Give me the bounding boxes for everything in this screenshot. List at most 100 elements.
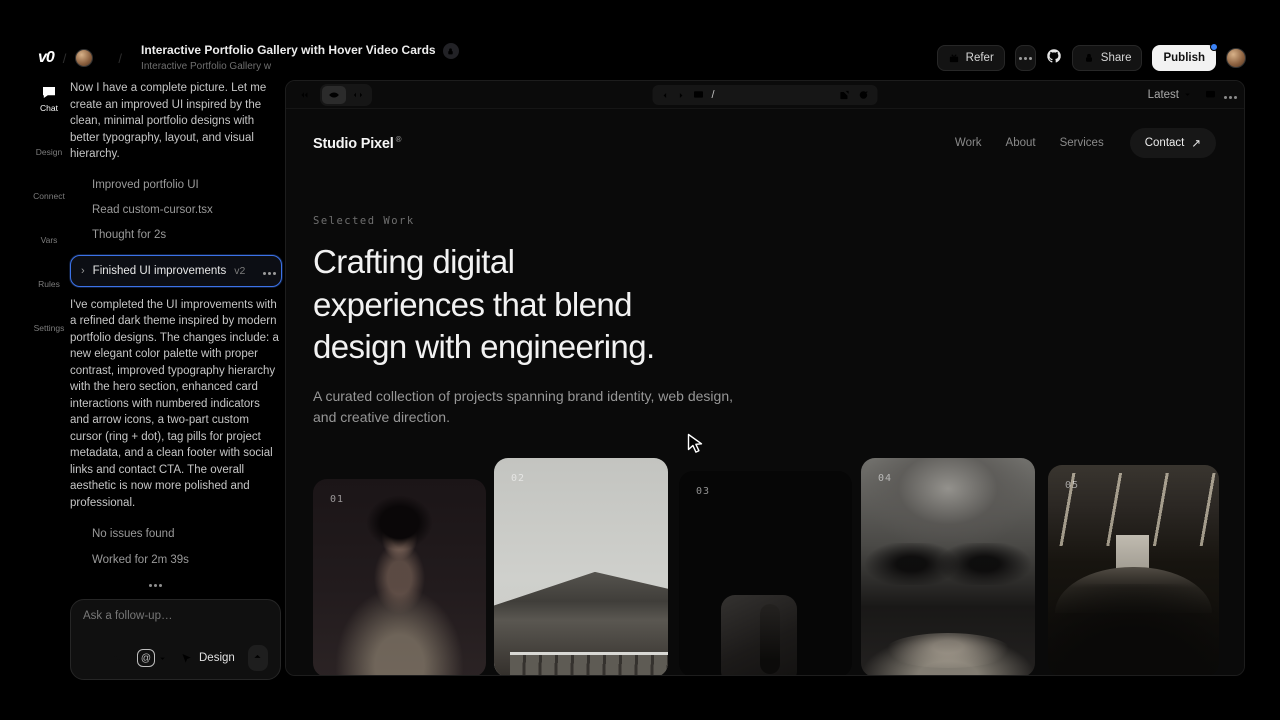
portfolio-card-2[interactable]: 02	[494, 458, 668, 675]
portfolio-card-1[interactable]: 01	[313, 479, 486, 675]
notification-dot	[1210, 43, 1218, 51]
sidebar-item-design[interactable]: Design	[36, 128, 62, 157]
mention-source-button[interactable]: @	[137, 649, 167, 667]
nav-about[interactable]: About	[1006, 137, 1036, 149]
share-button[interactable]: Share	[1072, 45, 1143, 71]
step-label: Thought for 2s	[92, 229, 166, 241]
cursor-icon	[180, 652, 193, 665]
project-title[interactable]: Interactive Portfolio Gallery with Hover…	[141, 44, 436, 58]
task-menu-button[interactable]	[268, 262, 271, 280]
workspace-avatar[interactable]	[75, 49, 93, 67]
feedback-mail-icon[interactable]	[40, 655, 54, 674]
portfolio-card-5[interactable]: 05	[1048, 465, 1219, 675]
thumbs-down-button[interactable]	[98, 579, 111, 592]
sub-line: A curated collection of projects spannin…	[313, 388, 733, 404]
message-more-button[interactable]	[154, 584, 157, 587]
nav-work[interactable]: Work	[955, 137, 982, 149]
worked-label: Worked for 2m 39s	[92, 554, 189, 566]
rail-label: Vars	[41, 235, 58, 245]
file-icon	[70, 179, 83, 192]
at-icon: @	[137, 649, 155, 667]
private-lock-icon[interactable]	[443, 43, 459, 59]
step-improved-portfolio-ui[interactable]: Improved portfolio UI	[70, 173, 282, 198]
task-label: Finished UI improvements	[93, 265, 227, 277]
copy-button[interactable]	[126, 579, 139, 592]
settings-sliders-button[interactable]	[110, 651, 124, 665]
app-topbar: v0 / / Interactive Portfolio Gallery wit…	[0, 42, 1280, 74]
step-read-custom-cursor[interactable]: Read custom-cursor.tsx	[70, 198, 282, 223]
send-button[interactable]	[248, 645, 268, 671]
ellipsis-icon	[1229, 96, 1232, 99]
workspace-selector[interactable]	[99, 49, 109, 67]
hero-heading: Crafting digital experiences that blend …	[313, 241, 1244, 369]
card-image-slot	[760, 604, 780, 675]
sidebar-item-rules[interactable]: Rules	[38, 260, 60, 289]
device-monitor-button[interactable]	[1204, 88, 1217, 101]
card-image-glass	[510, 652, 668, 675]
task-card-finished-ui-improvements[interactable]: › Finished UI improvements v2	[70, 255, 282, 287]
assistant-summary: I've completed the UI improvements with …	[70, 297, 282, 512]
preview-more-button[interactable]	[1229, 86, 1232, 104]
collapse-panel-button[interactable]	[298, 89, 310, 101]
issues-status[interactable]: No issues found	[70, 521, 282, 547]
ellipsis-icon	[268, 272, 271, 275]
arrow-up-right-icon: ↗	[1191, 136, 1201, 150]
back-button[interactable]	[661, 91, 670, 100]
sidebar-item-settings[interactable]: Settings	[34, 304, 65, 333]
site-header: Studio Pixel® Work About Services Contac…	[286, 109, 1244, 158]
feedback-row	[70, 579, 282, 592]
sidebar-item-chat[interactable]: Chat	[40, 84, 58, 113]
chat-panel: Now I have a complete picture. Let me cr…	[70, 80, 282, 592]
card-image-building	[494, 572, 668, 675]
follow-up-input[interactable]	[83, 610, 268, 638]
activity-icon	[70, 554, 83, 567]
url-path[interactable]: /	[712, 89, 832, 101]
user-avatar[interactable]	[1226, 48, 1246, 68]
v0-logo[interactable]: v0	[38, 49, 54, 67]
shapes-icon	[41, 128, 57, 144]
project-subtitle: Interactive Portfolio Gallery w	[141, 61, 459, 73]
preview-toolbar: / Latest	[286, 81, 1244, 109]
step-thought[interactable]: Thought for 2s	[70, 223, 282, 248]
sidebar-item-vars[interactable]: Vars	[41, 216, 58, 245]
site-nav: Work About Services Contact ↗	[955, 128, 1216, 158]
site-brand[interactable]: Studio Pixel®	[313, 135, 401, 152]
open-external-button[interactable]	[839, 89, 851, 101]
share-label: Share	[1101, 52, 1132, 64]
card-number: 01	[330, 494, 344, 505]
chevron-down-icon	[1183, 90, 1192, 99]
version-dropdown[interactable]: Latest	[1148, 89, 1192, 101]
preview-eye-toggle[interactable]	[322, 86, 346, 104]
thumbs-up-button[interactable]	[70, 579, 83, 592]
portfolio-card-4[interactable]: 04	[861, 458, 1035, 675]
publish-button[interactable]: Publish	[1152, 45, 1216, 71]
github-icon[interactable]	[1046, 48, 1062, 69]
breadcrumb-separator: /	[63, 51, 67, 66]
hero-line: design with engineering.	[313, 326, 1244, 369]
wrench-icon	[70, 528, 83, 541]
code-toggle[interactable]	[346, 86, 370, 104]
card-image-object	[721, 595, 797, 675]
portfolio-card-3[interactable]: 03	[679, 471, 852, 675]
design-mode-button[interactable]: Design	[180, 652, 235, 665]
nav-services[interactable]: Services	[1060, 137, 1104, 149]
chevron-down-icon	[158, 654, 167, 663]
chat-bubble-icon	[41, 84, 57, 100]
more-options-button[interactable]	[1015, 45, 1036, 71]
refer-button[interactable]: Refer	[937, 45, 1005, 71]
chevron-right-icon: ›	[81, 265, 85, 277]
attach-plus-button[interactable]	[83, 651, 97, 665]
card-image-lips	[885, 633, 1010, 668]
view-toggle-group	[320, 84, 372, 106]
issues-label: No issues found	[92, 528, 174, 540]
assistant-message: Now I have a complete picture. Let me cr…	[70, 80, 282, 163]
left-rail: Chat Design Connect Vars Rules Settings	[28, 84, 70, 333]
search-icon	[70, 204, 83, 217]
site-canvas: Studio Pixel® Work About Services Contac…	[286, 109, 1244, 675]
contact-label: Contact	[1145, 137, 1185, 149]
forward-button[interactable]	[677, 91, 686, 100]
card-number: 03	[696, 486, 710, 497]
contact-button[interactable]: Contact ↗	[1130, 128, 1216, 158]
sidebar-item-connect[interactable]: Connect	[33, 172, 65, 201]
refresh-button[interactable]	[858, 89, 870, 101]
